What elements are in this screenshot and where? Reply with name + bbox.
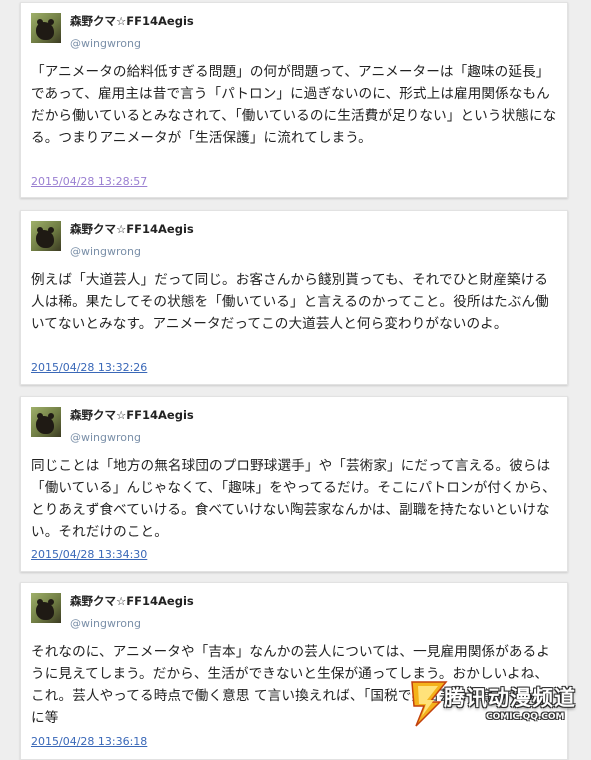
- user-handle[interactable]: @wingwrong: [70, 617, 141, 630]
- avatar-bear: [36, 230, 54, 248]
- user-name[interactable]: 森野クマ☆FF14Aegis: [70, 13, 194, 29]
- avatar[interactable]: [31, 221, 61, 251]
- avatar[interactable]: [31, 593, 61, 623]
- tweet-card: 森野クマ☆FF14Aegis @wingwrong 「アニメータの給料低すぎる問…: [20, 2, 568, 198]
- avatar-bear: [36, 416, 54, 434]
- avatar-bear: [36, 602, 54, 620]
- user-handle[interactable]: @wingwrong: [70, 245, 141, 258]
- avatar[interactable]: [31, 407, 61, 437]
- tweet-text: 例えば「大道芸人」だって同じ。お客さんから餞別貰っても、それでひと財産築ける人は…: [31, 272, 549, 332]
- tweet-text: 同じことは「地方の無名球団のプロ野球選手」や「芸術家」にだって言える。彼らは「働…: [31, 458, 556, 540]
- tweet-text: 「アニメータの給料低すぎる問題」の何が問題って、アニメーターは「趣味の延長」であ…: [31, 64, 557, 146]
- tweet-card: 森野クマ☆FF14Aegis @wingwrong 例えば「大道芸人」だって同じ…: [20, 210, 568, 385]
- tencent-comic-watermark: 腾讯动漫频道 COMIC.QQ.COM: [408, 672, 583, 742]
- user-handle[interactable]: @wingwrong: [70, 37, 141, 50]
- tweet-timestamp-link[interactable]: 2015/04/28 13:34:30: [31, 548, 147, 561]
- avatar-bear: [36, 22, 54, 40]
- user-name[interactable]: 森野クマ☆FF14Aegis: [70, 593, 194, 609]
- tweet-card: 森野クマ☆FF14Aegis @wingwrong 同じことは「地方の無名球団の…: [20, 396, 568, 572]
- user-handle[interactable]: @wingwrong: [70, 431, 141, 444]
- tweet-timestamp-link[interactable]: 2015/04/28 13:32:26: [31, 361, 147, 374]
- tweet-timestamp-link[interactable]: 2015/04/28 13:36:18: [31, 735, 147, 748]
- user-name[interactable]: 森野クマ☆FF14Aegis: [70, 407, 194, 423]
- watermark-subtitle: COMIC.QQ.COM: [486, 712, 565, 722]
- watermark-title: 腾讯动漫频道: [444, 686, 576, 710]
- tweet-timestamp-link[interactable]: 2015/04/28 13:28:57: [31, 175, 147, 188]
- avatar[interactable]: [31, 13, 61, 43]
- user-name[interactable]: 森野クマ☆FF14Aegis: [70, 221, 194, 237]
